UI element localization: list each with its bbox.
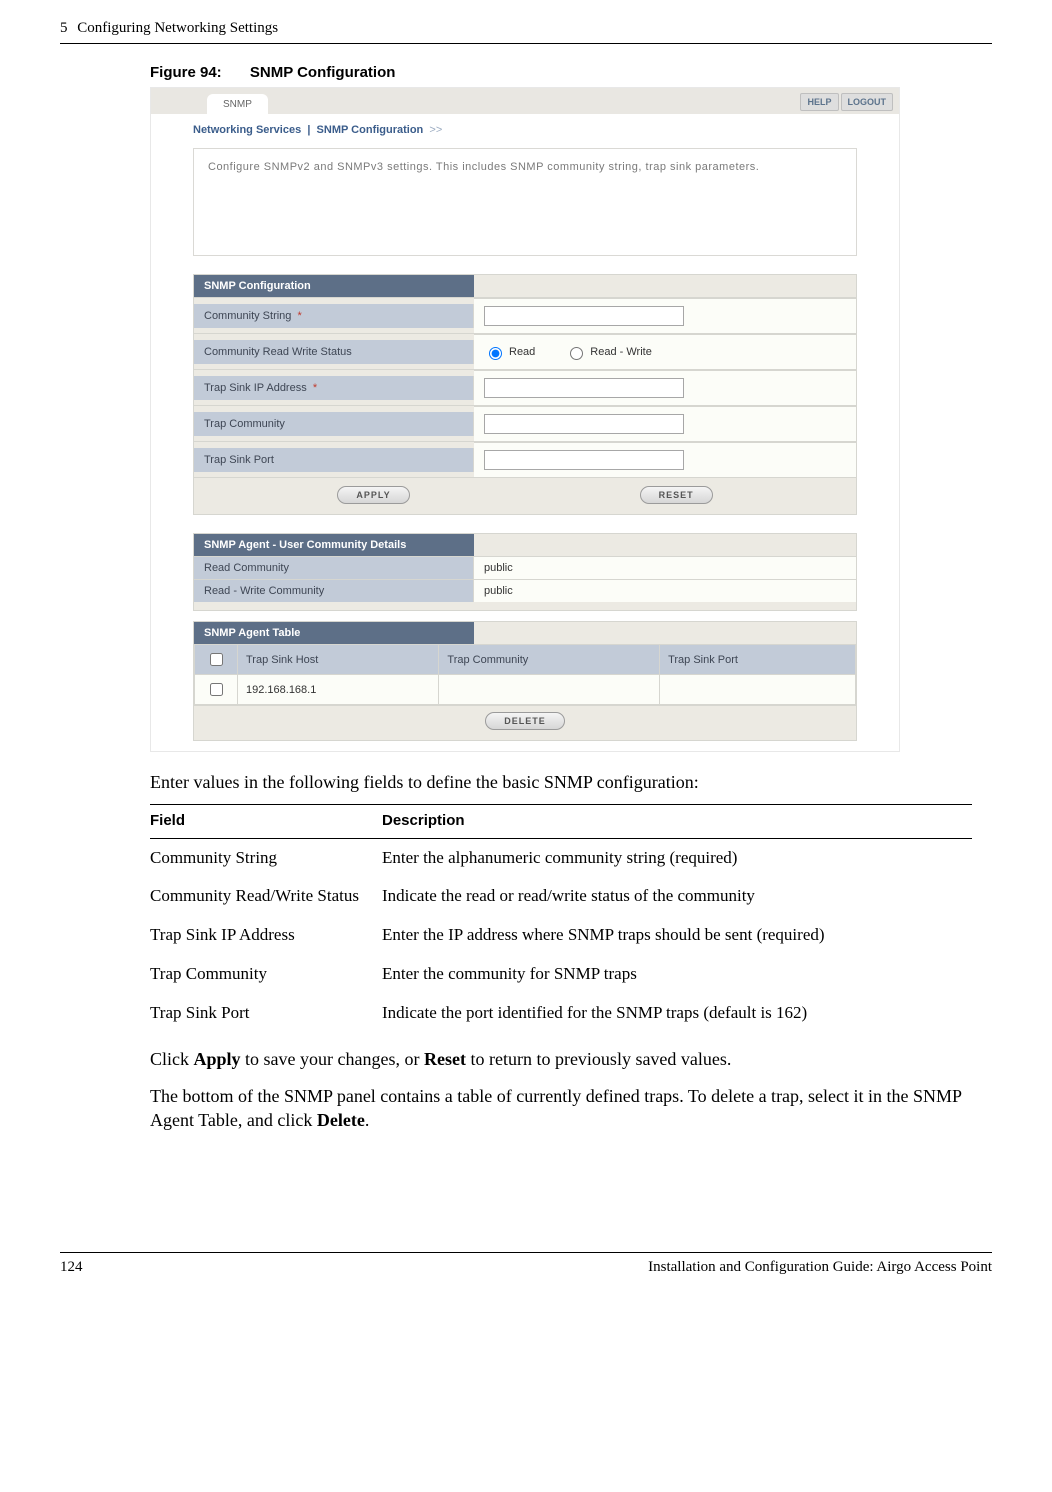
table-row: Trap Sink IP Address Enter the IP addres…	[150, 916, 972, 955]
chapter-title: Configuring Networking Settings	[77, 20, 278, 36]
value-read-community: public	[474, 557, 856, 579]
table-row: Community Read/Write Status Indicate the…	[150, 877, 972, 916]
figure-label: Figure 94:	[150, 64, 222, 81]
page-header: 5 Configuring Networking Settings	[60, 20, 992, 44]
breadcrumb-arrow-icon: >>	[429, 124, 442, 136]
table-row: Community String Enter the alphanumeric …	[150, 838, 972, 877]
table-row: 192.168.168.1	[195, 675, 856, 705]
agent-table-panel: SNMP Agent Table Trap Sink Host Trap Com…	[193, 621, 857, 741]
agent-table: Trap Sink Host Trap Community Trap Sink …	[194, 644, 856, 705]
th-field: Field	[150, 805, 382, 838]
cell-field: Trap Sink Port	[150, 994, 382, 1033]
cell-field: Trap Sink IP Address	[150, 916, 382, 955]
breadcrumb-section: Networking Services	[193, 124, 301, 136]
label-community-string: Community String *	[194, 304, 474, 328]
text-span: The bottom of the SNMP panel contains a …	[150, 1086, 961, 1130]
cell-host: 192.168.168.1	[238, 675, 439, 705]
col-trap-sink-host: Trap Sink Host	[238, 645, 439, 675]
cell-desc: Enter the community for SNMP traps	[382, 955, 972, 994]
figure-title: SNMP Configuration	[250, 64, 396, 81]
cell-desc: Enter the IP address where SNMP traps sh…	[382, 916, 972, 955]
cell-community	[439, 675, 660, 705]
bold-delete: Delete	[317, 1110, 365, 1130]
table-row: Trap Community Enter the community for S…	[150, 955, 972, 994]
radio-read-label: Read	[509, 346, 535, 358]
breadcrumb-separator: |	[307, 124, 310, 136]
label-trap-sink-ip-text: Trap Sink IP Address	[204, 382, 307, 394]
snmp-config-panel: SNMP Configuration Community String * Co…	[193, 274, 857, 515]
trap-community-input[interactable]	[484, 414, 684, 434]
radio-read-write-label: Read - Write	[590, 346, 652, 358]
label-trap-community: Trap Community	[194, 412, 474, 436]
label-trap-sink-ip: Trap Sink IP Address *	[194, 376, 474, 400]
reset-button[interactable]: RESET	[640, 486, 713, 504]
chapter-number: 5	[60, 20, 68, 36]
label-read-community: Read Community	[194, 557, 474, 579]
label-community-string-text: Community String	[204, 310, 291, 322]
required-star-icon: *	[313, 382, 317, 394]
page-number: 124	[60, 1259, 83, 1276]
th-description: Description	[382, 805, 972, 838]
tab-snmp[interactable]: SNMP	[207, 94, 268, 114]
cell-desc: Enter the alphanumeric community string …	[382, 838, 972, 877]
row-checkbox[interactable]	[210, 683, 223, 696]
doc-title: Installation and Configuration Guide: Ai…	[648, 1259, 992, 1276]
trap-sink-ip-input[interactable]	[484, 378, 684, 398]
user-community-panel: SNMP Agent - User Community Details Read…	[193, 533, 857, 611]
delete-button[interactable]: DELETE	[485, 712, 565, 730]
required-star-icon: *	[298, 310, 302, 322]
bold-apply: Apply	[194, 1049, 241, 1069]
community-string-input[interactable]	[484, 306, 684, 326]
trap-sink-port-input[interactable]	[484, 450, 684, 470]
body-content: Enter values in the following fields to …	[150, 770, 972, 1132]
intro-paragraph: Enter values in the following fields to …	[150, 770, 972, 794]
text-span: Click	[150, 1049, 194, 1069]
apply-button[interactable]: APPLY	[337, 486, 409, 504]
topbar: SNMP HELP LOGOUT	[151, 88, 899, 114]
screenshot: SNMP HELP LOGOUT Networking Services | S…	[150, 87, 900, 752]
select-all-checkbox[interactable]	[210, 653, 223, 666]
cell-port	[660, 675, 856, 705]
label-trap-sink-port: Trap Sink Port	[194, 448, 474, 472]
user-community-heading: SNMP Agent - User Community Details	[194, 534, 474, 556]
paragraph-apply-reset: Click Apply to save your changes, or Res…	[150, 1047, 972, 1071]
text-span: to return to previously saved values.	[466, 1049, 731, 1069]
radio-read[interactable]	[489, 347, 502, 360]
table-row: Trap Sink Port Indicate the port identif…	[150, 994, 972, 1033]
cell-desc: Indicate the port identified for the SNM…	[382, 994, 972, 1033]
label-rw-community: Read - Write Community	[194, 580, 474, 602]
text-span: to save your changes, or	[241, 1049, 424, 1069]
help-button[interactable]: HELP	[800, 93, 838, 111]
cell-field: Community String	[150, 838, 382, 877]
bold-reset: Reset	[424, 1049, 466, 1069]
paragraph-delete: The bottom of the SNMP panel contains a …	[150, 1084, 972, 1133]
figure-caption: Figure 94: SNMP Configuration	[150, 64, 992, 81]
radio-read-write[interactable]	[570, 347, 583, 360]
value-rw-community: public	[474, 580, 856, 602]
text-span: .	[365, 1110, 370, 1130]
logout-button[interactable]: LOGOUT	[841, 93, 894, 111]
cell-field: Community Read/Write Status	[150, 877, 382, 916]
snmp-config-heading: SNMP Configuration	[194, 275, 474, 297]
cell-desc: Indicate the read or read/write status o…	[382, 877, 972, 916]
breadcrumb: Networking Services | SNMP Configuration…	[151, 114, 899, 142]
breadcrumb-page: SNMP Configuration	[317, 124, 424, 136]
info-box: Configure SNMPv2 and SNMPv3 settings. Th…	[193, 148, 857, 256]
page-footer: 124 Installation and Configuration Guide…	[60, 1252, 992, 1276]
cell-field: Trap Community	[150, 955, 382, 994]
agent-table-heading: SNMP Agent Table	[194, 622, 474, 644]
col-trap-sink-port: Trap Sink Port	[660, 645, 856, 675]
field-description-table: Field Description Community String Enter…	[150, 804, 972, 1033]
label-community-rw-status: Community Read Write Status	[194, 340, 474, 364]
col-trap-community: Trap Community	[439, 645, 660, 675]
